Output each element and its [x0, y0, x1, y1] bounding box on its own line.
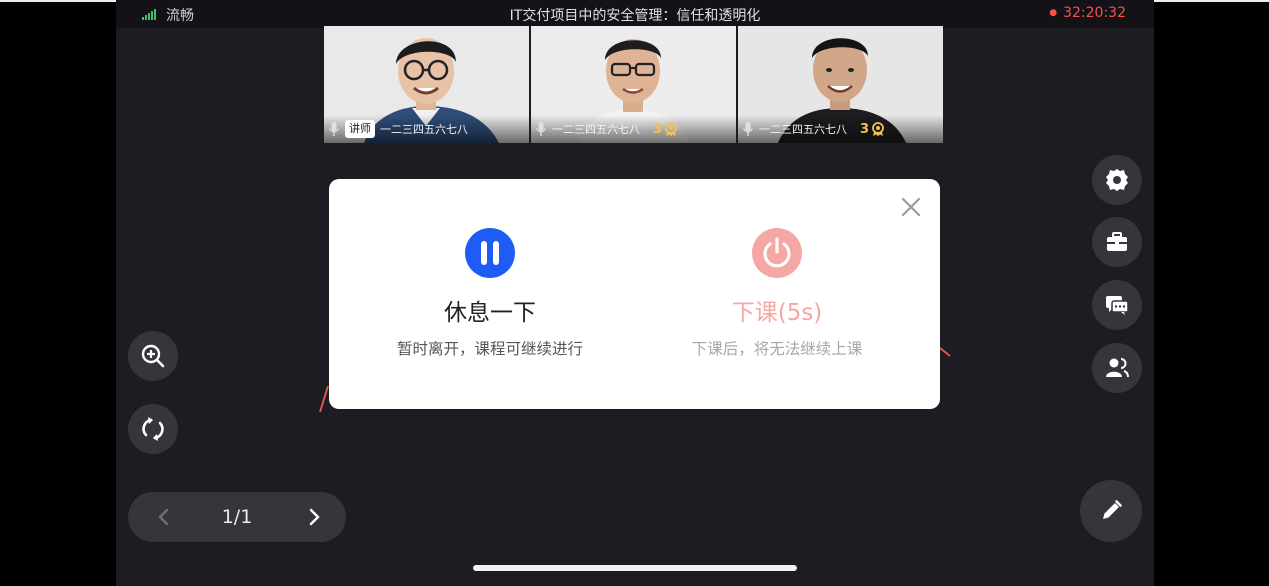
class-timer: 32:20:32 [1049, 5, 1126, 21]
take-break-title: 休息一下 [444, 300, 536, 326]
chevron-right-icon[interactable] [302, 505, 326, 529]
pen-icon [1103, 500, 1122, 519]
end-class-title: 下课(5s) [731, 300, 823, 326]
reward-count: 3 [653, 122, 678, 137]
end-class-description: 下课后，将无法继续上课 [691, 340, 863, 358]
members-button[interactable] [1092, 343, 1142, 393]
rotate-button[interactable] [128, 404, 178, 454]
medal-icon [872, 122, 884, 136]
teacher-badge: 讲师 [345, 120, 375, 138]
members-icon [1106, 358, 1129, 378]
zoom-in-button[interactable] [128, 331, 178, 381]
reward-count-value: 3 [860, 121, 870, 137]
video-tile-student[interactable]: 一二三四五六七八 3 [531, 26, 736, 143]
tile-footer: 一二三四五六七八 3 [738, 115, 943, 143]
video-tile-teacher[interactable]: 讲师 一二三四五六七八 [324, 26, 529, 143]
close-icon[interactable] [899, 195, 923, 219]
letterbox-left [0, 0, 116, 586]
chat-icon [1106, 296, 1129, 315]
tile-footer: 讲师 一二三四五六七八 [324, 115, 529, 143]
settings-icon [1106, 169, 1128, 191]
take-break-description: 暂时离开，课程可继续进行 [396, 340, 583, 358]
chat-button[interactable] [1092, 280, 1142, 330]
settings-button[interactable] [1092, 155, 1142, 205]
video-strip: 讲师 一二三四五六七八 一二三四五六七八 3 一二三四五六七八 3 [324, 26, 943, 143]
course-title: IT交付项目中的安全管理：信任和透明化 [509, 8, 761, 24]
toolbox-icon [1107, 232, 1127, 251]
pen-button[interactable] [1080, 480, 1142, 542]
rotate-icon [142, 417, 164, 441]
end-class-option[interactable]: 下课(5s) 下课后，将无法继续上课 [627, 227, 927, 359]
toolbox-button[interactable] [1092, 217, 1142, 267]
reward-count: 3 [860, 122, 885, 137]
zoom-in-icon [141, 344, 165, 368]
microphone-icon[interactable] [328, 121, 340, 137]
end-class-dialog: 休息一下 暂时离开，课程可继续进行 下课(5s) 下课后，将无法继续上课 [329, 179, 940, 409]
microphone-icon[interactable] [742, 121, 754, 137]
pause-icon [465, 228, 515, 278]
take-break-option[interactable]: 休息一下 暂时离开，课程可继续进行 [340, 227, 640, 359]
power-icon [752, 228, 802, 278]
video-tile-student[interactable]: 一二三四五六七八 3 [738, 26, 943, 143]
reward-count-value: 3 [653, 121, 663, 137]
tile-footer: 一二三四五六七八 3 [531, 115, 736, 143]
whiteboard-stroke [939, 347, 951, 357]
participant-name: 一二三四五六七八 [380, 123, 468, 136]
participant-name: 一二三四五六七八 [759, 123, 847, 136]
home-indicator[interactable] [473, 565, 797, 571]
letterbox-right [1154, 0, 1269, 586]
page-navigator: 1/1 [128, 492, 346, 542]
participant-name: 一二三四五六七八 [552, 123, 640, 136]
medal-icon [665, 122, 677, 136]
status-bar: 流畅 IT交付项目中的安全管理：信任和透明化 32:20:32 [116, 0, 1154, 28]
classroom-screen: 流畅 IT交付项目中的安全管理：信任和透明化 32:20:32 [116, 0, 1154, 586]
microphone-icon[interactable] [535, 121, 547, 137]
